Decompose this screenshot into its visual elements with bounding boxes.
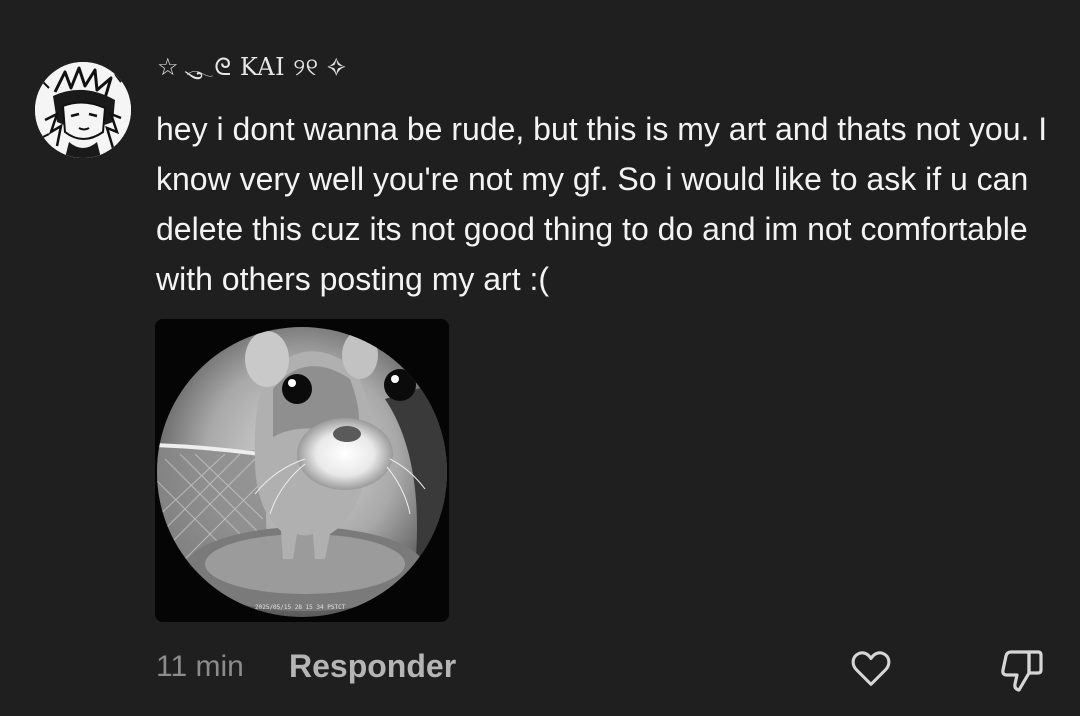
avatar[interactable] (35, 62, 131, 158)
comment-footer: 11 min Responder (0, 640, 1080, 700)
animal-photo-image: 2025/05/15 28 15 34 PSTCT (155, 319, 449, 622)
comment-item: ☆ ུ𓂃ᘓ KAI ୨୧ ✧ hey i dont wanna be rude,… (0, 0, 1080, 716)
like-button[interactable] (848, 646, 894, 692)
comment-image[interactable]: 2025/05/15 28 15 34 PSTCT (155, 319, 449, 622)
image-timestamp: 2025/05/15 28 15 34 PSTCT (255, 604, 346, 611)
reply-button[interactable]: Responder (289, 648, 456, 685)
heart-icon (851, 651, 891, 686)
comment-time: 11 min (156, 650, 244, 683)
thumbs-down-icon (1001, 650, 1043, 692)
dislike-button[interactable] (998, 646, 1046, 694)
username[interactable]: ☆ ུ𓂃ᘓ KAI ୨୧ ✧ (157, 52, 346, 96)
comment-text: hey i dont wanna be rude, but this is my… (156, 111, 1048, 297)
avatar-drawing-icon (35, 62, 131, 158)
